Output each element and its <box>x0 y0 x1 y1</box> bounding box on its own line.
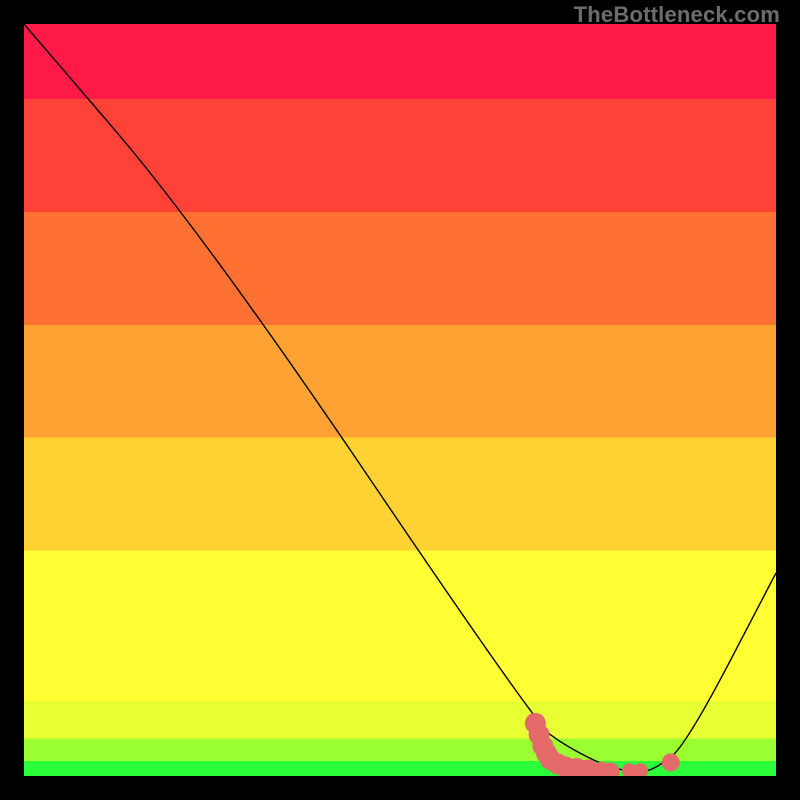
chart-frame: TheBottleneck.com <box>0 0 800 800</box>
plot-background <box>24 24 776 776</box>
marker-dot <box>662 753 680 771</box>
bottleneck-chart <box>24 24 776 776</box>
watermark-text: TheBottleneck.com <box>574 2 780 28</box>
